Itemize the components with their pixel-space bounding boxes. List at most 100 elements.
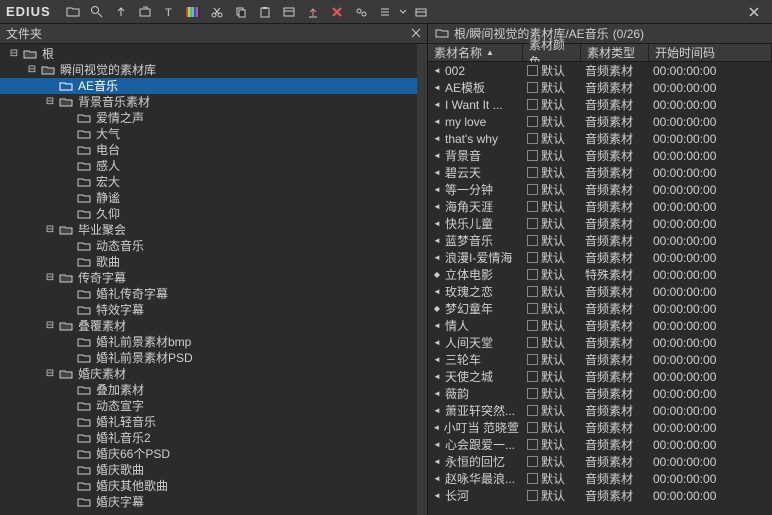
tree-item[interactable]: ·感人 bbox=[0, 158, 417, 174]
color-checkbox[interactable] bbox=[527, 490, 538, 501]
bin-new-icon[interactable] bbox=[135, 3, 155, 21]
tree-item[interactable]: ·静谧 bbox=[0, 190, 417, 206]
asset-row[interactable]: ◄快乐儿童默认音频素材00:00:00:00 bbox=[428, 215, 772, 232]
asset-row[interactable]: ◄天使之城默认音频素材00:00:00:00 bbox=[428, 368, 772, 385]
asset-row[interactable]: ◄碧云天默认音频素材00:00:00:00 bbox=[428, 164, 772, 181]
asset-row[interactable]: ◄薇韵默认音频素材00:00:00:00 bbox=[428, 385, 772, 402]
up-arrow-icon[interactable] bbox=[111, 3, 131, 21]
tree-item[interactable]: ·动态音乐 bbox=[0, 238, 417, 254]
color-checkbox[interactable] bbox=[527, 456, 538, 467]
color-checkbox[interactable] bbox=[527, 371, 538, 382]
tree-item[interactable]: ⊟毕业聚会 bbox=[0, 222, 417, 238]
title-icon[interactable]: T bbox=[159, 3, 179, 21]
tree-item[interactable]: ⊟瞬间视觉的素材库 bbox=[0, 62, 417, 78]
tree-item[interactable]: ·婚礼轻音乐 bbox=[0, 414, 417, 430]
color-checkbox[interactable] bbox=[527, 201, 538, 212]
tree-item[interactable]: ·婚庆字幕 bbox=[0, 494, 417, 510]
color-checkbox[interactable] bbox=[527, 473, 538, 484]
delete-icon[interactable] bbox=[327, 3, 347, 21]
tree-item[interactable]: ·宏大 bbox=[0, 174, 417, 190]
color-checkbox[interactable] bbox=[527, 269, 538, 280]
asset-row[interactable]: ◄心会跟爱一...默认音频素材00:00:00:00 bbox=[428, 436, 772, 453]
asset-row[interactable]: ◄my love默认音频素材00:00:00:00 bbox=[428, 113, 772, 130]
cut-icon[interactable] bbox=[207, 3, 227, 21]
tree-item[interactable]: ·婚礼音乐2 bbox=[0, 430, 417, 446]
color-checkbox[interactable] bbox=[527, 405, 538, 416]
asset-row[interactable]: ◄蓝梦音乐默认音频素材00:00:00:00 bbox=[428, 232, 772, 249]
asset-row[interactable]: ◄海角天涯默认音频素材00:00:00:00 bbox=[428, 198, 772, 215]
left-scrollbar[interactable] bbox=[417, 44, 427, 515]
color-checkbox[interactable] bbox=[527, 320, 538, 331]
tree-item[interactable]: ⊟叠覆素材 bbox=[0, 318, 417, 334]
panel-close-icon[interactable] bbox=[411, 27, 421, 41]
asset-row[interactable]: ◆立体电影默认特殊素材00:00:00:00 bbox=[428, 266, 772, 283]
tree-item[interactable]: ·歌曲 bbox=[0, 254, 417, 270]
collapse-icon[interactable]: ⊟ bbox=[8, 48, 20, 60]
color-checkbox[interactable] bbox=[527, 184, 538, 195]
col-type[interactable]: 素材类型 bbox=[581, 44, 649, 61]
tree-item[interactable]: ·叠加素材 bbox=[0, 382, 417, 398]
asset-row[interactable]: ◆梦幻童年默认音频素材00:00:00:00 bbox=[428, 300, 772, 317]
properties-icon[interactable] bbox=[279, 3, 299, 21]
tree-item[interactable]: ·大气 bbox=[0, 126, 417, 142]
hide-icon[interactable] bbox=[411, 3, 431, 21]
tree-item[interactable]: ·AE音乐 bbox=[0, 78, 417, 94]
asset-row[interactable]: ◄永恒的回忆默认音频素材00:00:00:00 bbox=[428, 453, 772, 470]
color-checkbox[interactable] bbox=[527, 337, 538, 348]
tree-item[interactable]: ⊟婚庆素材 bbox=[0, 366, 417, 382]
folder-tree[interactable]: ⊟根⊟瞬间视觉的素材库·AE音乐⊟背景音乐素材·爱情之声·大气·电台·感人·宏大… bbox=[0, 44, 417, 515]
color-checkbox[interactable] bbox=[527, 252, 538, 263]
tree-item[interactable]: ·久仰 bbox=[0, 206, 417, 222]
tree-item[interactable]: ·婚庆歌曲 bbox=[0, 462, 417, 478]
color-checkbox[interactable] bbox=[527, 82, 538, 93]
collapse-icon[interactable]: ⊟ bbox=[44, 368, 56, 380]
tree-item[interactable]: ·特效字幕 bbox=[0, 302, 417, 318]
asset-row[interactable]: ◄长河默认音频素材00:00:00:00 bbox=[428, 487, 772, 504]
asset-row[interactable]: ◄赵咏华最浪...默认音频素材00:00:00:00 bbox=[428, 470, 772, 487]
tree-item[interactable]: ·婚礼前景素材PSD bbox=[0, 350, 417, 366]
collapse-icon[interactable]: ⊟ bbox=[44, 272, 56, 284]
paste-icon[interactable] bbox=[255, 3, 275, 21]
col-name[interactable]: 素材名称▲ bbox=[428, 44, 523, 61]
collapse-icon[interactable]: ⊟ bbox=[44, 224, 56, 236]
tree-item[interactable]: ⊟背景音乐素材 bbox=[0, 94, 417, 110]
close-icon[interactable] bbox=[744, 3, 764, 21]
asset-row[interactable]: ◄小叮当 范晓萱默认音频素材00:00:00:00 bbox=[428, 419, 772, 436]
asset-row[interactable]: ◄that's why默认音频素材00:00:00:00 bbox=[428, 130, 772, 147]
asset-row[interactable]: ◄三轮车默认音频素材00:00:00:00 bbox=[428, 351, 772, 368]
collapse-icon[interactable]: ⊟ bbox=[44, 96, 56, 108]
asset-row[interactable]: ◄AE模板默认音频素材00:00:00:00 bbox=[428, 79, 772, 96]
asset-row[interactable]: ◄背景音默认音频素材00:00:00:00 bbox=[428, 147, 772, 164]
col-time[interactable]: 开始时间码 bbox=[649, 44, 772, 61]
asset-row[interactable]: ◄002默认音频素材00:00:00:00 bbox=[428, 62, 772, 79]
tree-item[interactable]: ⊟传奇字幕 bbox=[0, 270, 417, 286]
color-checkbox[interactable] bbox=[527, 65, 538, 76]
asset-row[interactable]: ◄浪漫I-爱情海默认音频素材00:00:00:00 bbox=[428, 249, 772, 266]
color-checkbox[interactable] bbox=[527, 116, 538, 127]
asset-row[interactable]: ◄情人默认音频素材00:00:00:00 bbox=[428, 317, 772, 334]
color-checkbox[interactable] bbox=[527, 422, 538, 433]
tree-item[interactable]: ·婚庆其他歌曲 bbox=[0, 478, 417, 494]
export-icon[interactable] bbox=[303, 3, 323, 21]
asset-list[interactable]: ◄002默认音频素材00:00:00:00◄AE模板默认音频素材00:00:00… bbox=[428, 62, 772, 515]
tree-item[interactable]: ·婚礼传奇字幕 bbox=[0, 286, 417, 302]
tree-item[interactable]: ·动态宣字 bbox=[0, 398, 417, 414]
settings-icon[interactable] bbox=[351, 3, 371, 21]
colorbar-icon[interactable] bbox=[183, 3, 203, 21]
collapse-icon[interactable]: ⊟ bbox=[44, 320, 56, 332]
asset-row[interactable]: ◄I Want It ...默认音频素材00:00:00:00 bbox=[428, 96, 772, 113]
color-checkbox[interactable] bbox=[527, 303, 538, 314]
color-checkbox[interactable] bbox=[527, 286, 538, 297]
list-view-icon[interactable] bbox=[375, 3, 395, 21]
search-icon[interactable] bbox=[87, 3, 107, 21]
tree-item[interactable]: ·电台 bbox=[0, 142, 417, 158]
color-checkbox[interactable] bbox=[527, 354, 538, 365]
copy-icon[interactable] bbox=[231, 3, 251, 21]
asset-row[interactable]: ◄人间天堂默认音频素材00:00:00:00 bbox=[428, 334, 772, 351]
color-checkbox[interactable] bbox=[527, 133, 538, 144]
tree-item[interactable]: ⊟根 bbox=[0, 46, 417, 62]
folder-icon[interactable] bbox=[63, 3, 83, 21]
tree-item[interactable]: ·爱情之声 bbox=[0, 110, 417, 126]
tree-item[interactable]: ·婚礼前景素材bmp bbox=[0, 334, 417, 350]
color-checkbox[interactable] bbox=[527, 388, 538, 399]
